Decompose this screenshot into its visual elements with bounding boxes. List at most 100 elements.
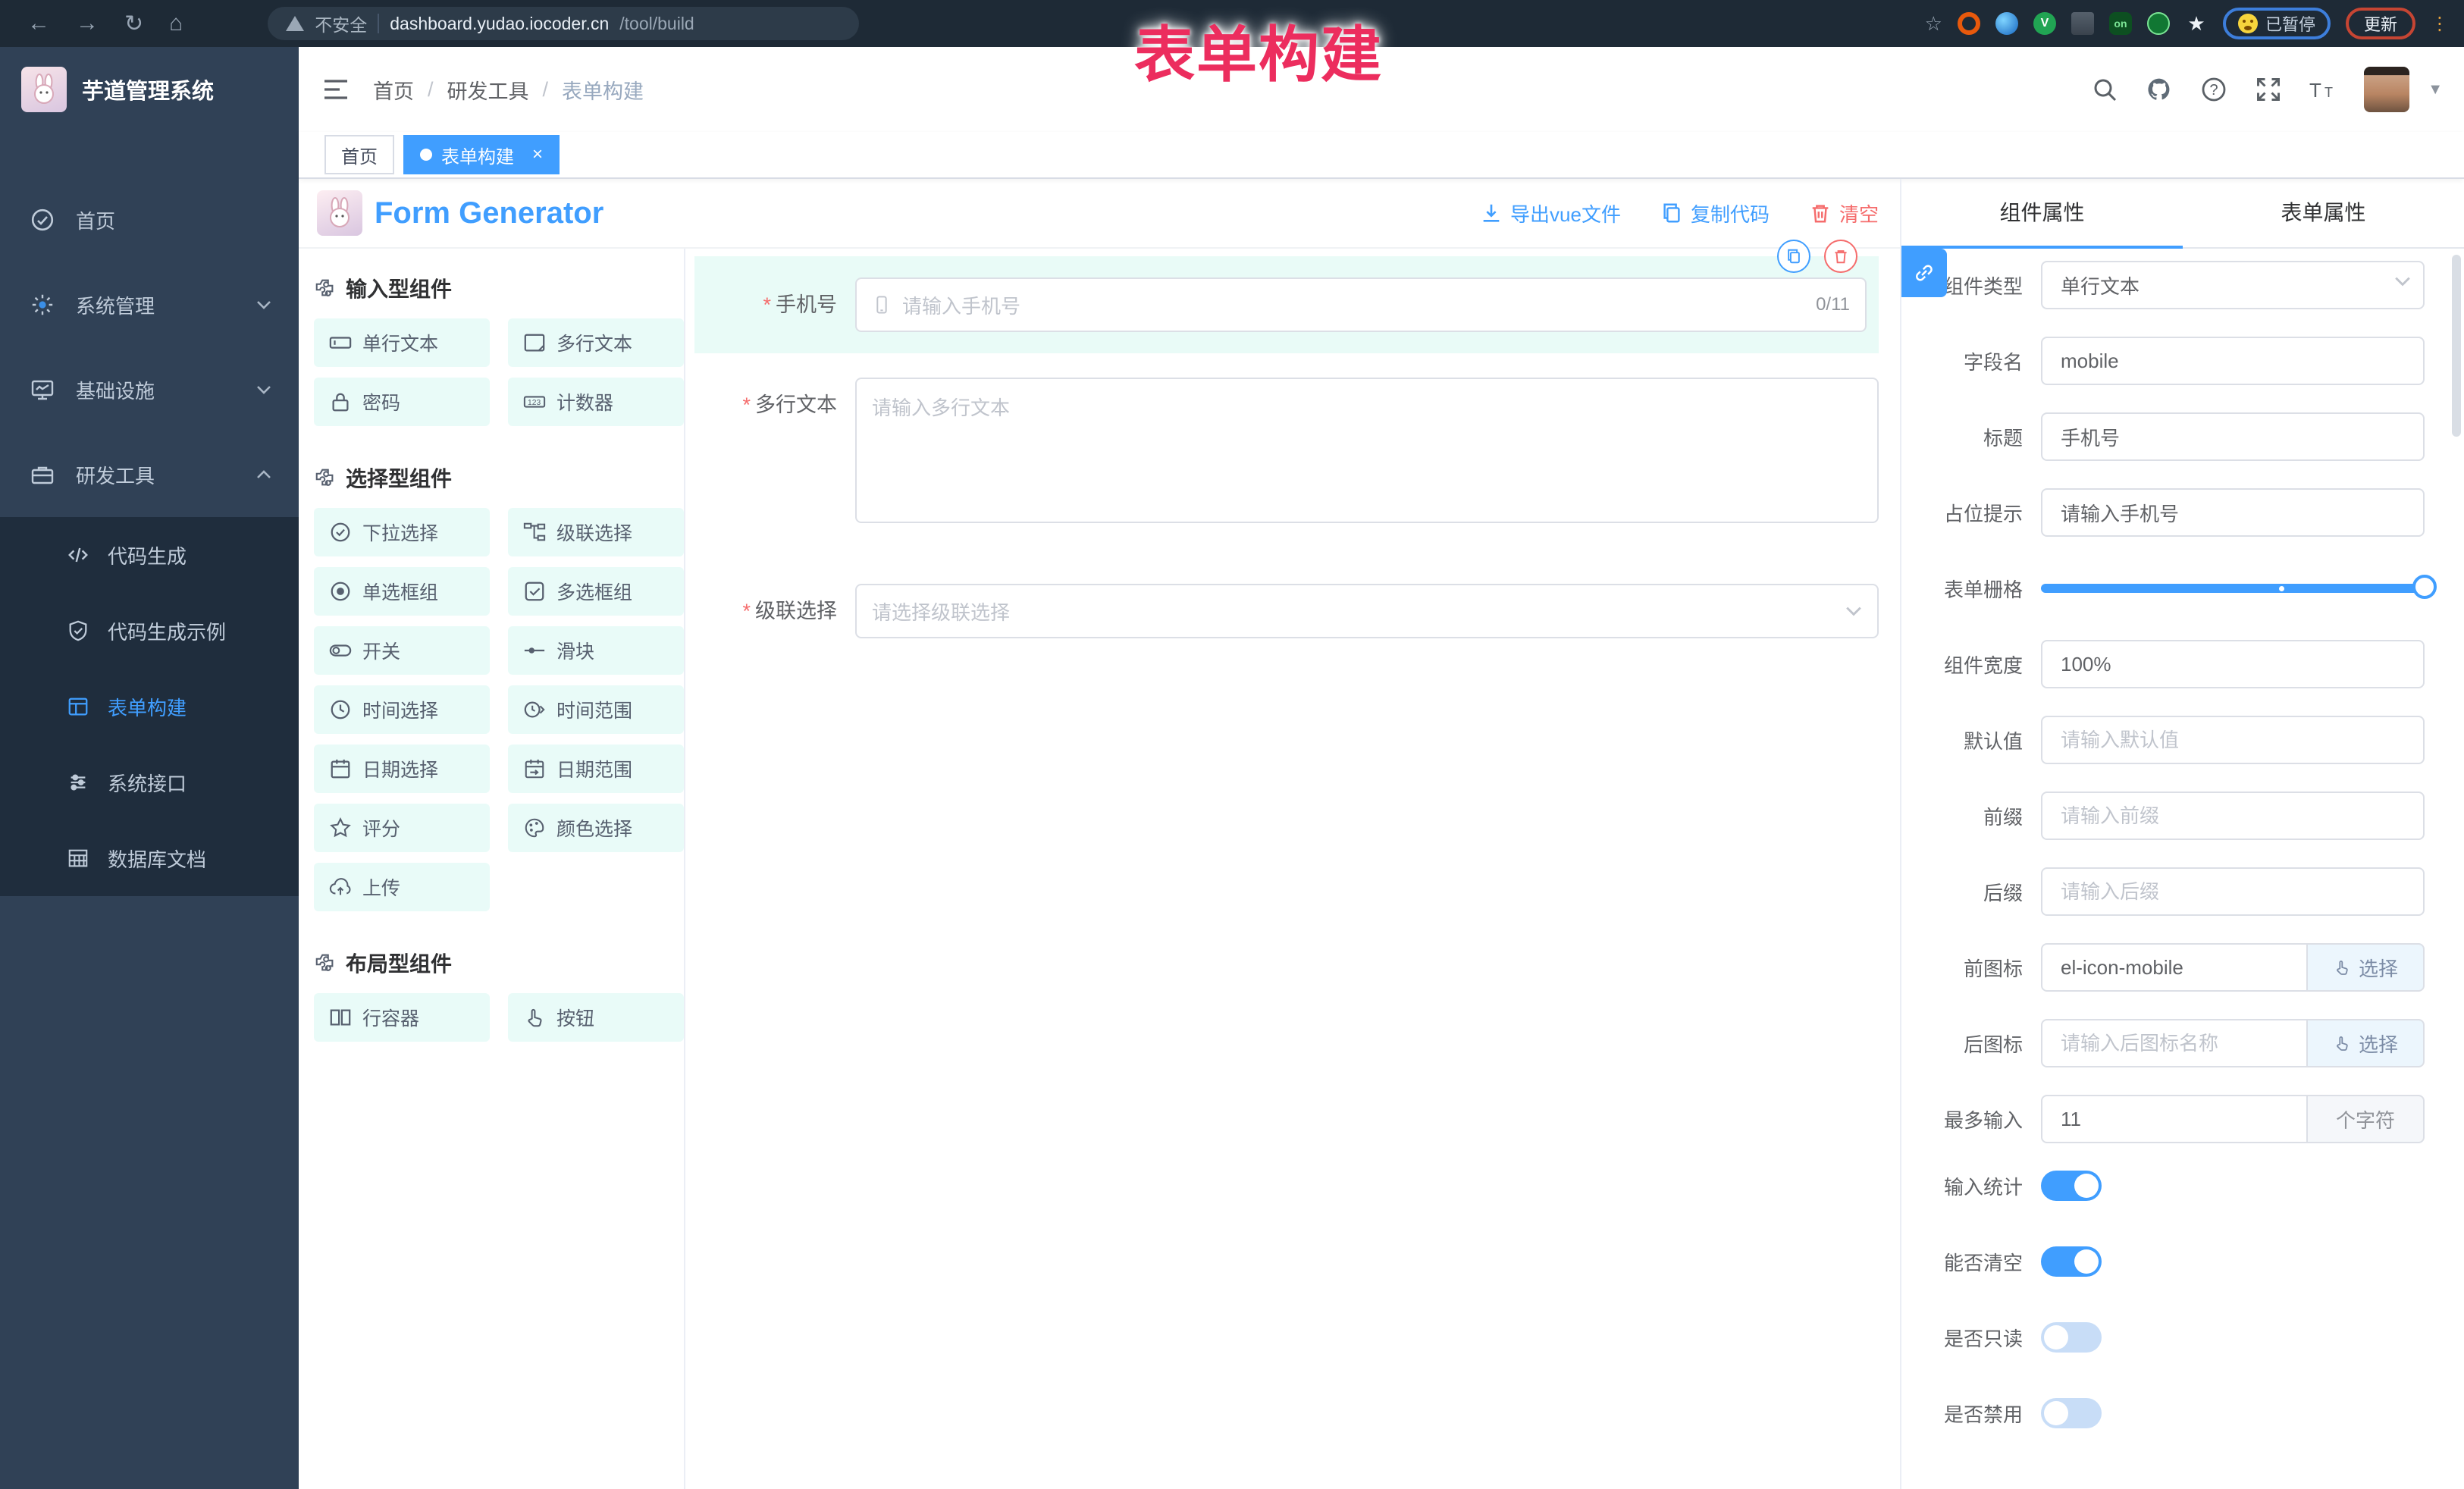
- extension-icon[interactable]: [2071, 12, 2094, 35]
- canvas-field-mobile[interactable]: *手机号 请输入手机号 0/11: [694, 256, 1879, 353]
- sidebar-item-db-doc[interactable]: 数据库文档: [0, 820, 299, 896]
- tag-form-builder[interactable]: 表单构建 ×: [403, 135, 560, 174]
- sidebar-item-system-api[interactable]: 系统接口: [0, 744, 299, 820]
- address-bar[interactable]: 不安全 dashboard.yudao.iocoder.cn/tool/buil…: [268, 7, 859, 40]
- browser-forward-icon[interactable]: →: [76, 11, 99, 36]
- component-item-upload[interactable]: 上传: [314, 863, 490, 911]
- suffix-icon-select-button[interactable]: 选择: [2306, 1019, 2425, 1067]
- sidebar-item-infra[interactable]: 基础设施: [0, 347, 299, 432]
- clock-range-icon: [523, 698, 546, 721]
- browser-home-icon[interactable]: ⌂: [169, 11, 183, 36]
- component-item-select[interactable]: 下拉选择: [314, 508, 490, 556]
- clear-button[interactable]: 清空: [1809, 199, 1879, 227]
- bookmark-star-icon[interactable]: ☆: [1925, 12, 1942, 36]
- component-item-button[interactable]: 按钮: [508, 993, 684, 1042]
- sidebar-item-codegen[interactable]: 代码生成: [0, 517, 299, 593]
- fullscreen-icon[interactable]: [2255, 76, 2282, 103]
- panel-scrollbar[interactable]: [2452, 255, 2461, 437]
- component-item-row-container[interactable]: 行容器: [314, 993, 490, 1042]
- sidebar-submenu: 代码生成 代码生成示例 表单构建 系统接口: [0, 517, 299, 896]
- readonly-toggle[interactable]: [2041, 1322, 2102, 1353]
- form-canvas[interactable]: *手机号 请输入手机号 0/11 *多行文本 请输入多行文: [685, 249, 1900, 1489]
- copy-code-button[interactable]: 复制代码: [1660, 199, 1770, 227]
- tag-home[interactable]: 首页: [324, 135, 394, 174]
- component-item-radio-group[interactable]: 单选框组: [314, 567, 490, 616]
- export-vue-button[interactable]: 导出vue文件: [1480, 199, 1621, 227]
- textarea-input[interactable]: 请输入多行文本: [855, 378, 1879, 523]
- component-item-slider[interactable]: 滑块: [508, 626, 684, 675]
- component-item-time-range[interactable]: 时间范围: [508, 685, 684, 734]
- input-stats-toggle[interactable]: [2041, 1171, 2102, 1201]
- prefix-icon-select-button[interactable]: 选择: [2306, 943, 2425, 992]
- delete-field-button[interactable]: [1824, 240, 1857, 273]
- title-input[interactable]: [2041, 412, 2425, 461]
- component-item-date-picker[interactable]: 日期选择: [314, 744, 490, 793]
- extension-icon[interactable]: ★: [2185, 12, 2208, 35]
- extension-icon[interactable]: [2147, 12, 2170, 35]
- extension-icon[interactable]: [1958, 12, 1980, 35]
- width-input[interactable]: [2041, 640, 2425, 688]
- profile-paused-badge[interactable]: 已暂停: [2223, 8, 2331, 39]
- clearable-toggle[interactable]: [2041, 1246, 2102, 1277]
- extension-icon[interactable]: [1995, 12, 2018, 35]
- cascader-input[interactable]: 请选择级联选择: [855, 584, 1879, 638]
- default-value-input[interactable]: [2041, 716, 2425, 764]
- canvas-field-textarea[interactable]: *多行文本 请输入多行文本: [694, 378, 1879, 523]
- font-size-icon[interactable]: TT: [2309, 76, 2337, 103]
- browser-back-icon[interactable]: ←: [27, 11, 50, 36]
- tab-form-props[interactable]: 表单属性: [2183, 179, 2464, 247]
- mobile-input[interactable]: 请输入手机号 0/11: [855, 277, 1867, 332]
- slider-handle[interactable]: [2412, 575, 2437, 599]
- github-icon[interactable]: [2146, 76, 2173, 103]
- avatar-caret-icon[interactable]: ▼: [2428, 81, 2443, 99]
- sidebar-item-home[interactable]: 首页: [0, 177, 299, 262]
- browser-reload-icon[interactable]: ↻: [124, 11, 143, 37]
- help-icon[interactable]: ?: [2200, 76, 2227, 103]
- close-icon[interactable]: ×: [532, 144, 543, 165]
- not-secure-label[interactable]: 不安全: [315, 11, 367, 36]
- component-item-password[interactable]: 密码: [314, 378, 490, 426]
- component-item-cascader[interactable]: 级联选择: [508, 508, 684, 556]
- field-name-input[interactable]: [2041, 337, 2425, 385]
- breadcrumb-devtools[interactable]: 研发工具: [447, 75, 529, 105]
- suffix-input[interactable]: [2041, 867, 2425, 916]
- duplicate-field-button[interactable]: [1777, 240, 1810, 273]
- sidebar-item-system[interactable]: 系统管理: [0, 262, 299, 347]
- tab-component-props[interactable]: 组件属性: [1901, 179, 2183, 247]
- link-tag-button[interactable]: [1901, 249, 1947, 297]
- placeholder-input[interactable]: [2041, 488, 2425, 537]
- pointer-hand-icon: [2333, 1034, 2351, 1052]
- app-logo-row[interactable]: 芋道管理系统: [0, 47, 299, 132]
- prefix-icon-input[interactable]: [2041, 943, 2308, 992]
- sidebar-item-codegen-demo[interactable]: 代码生成示例: [0, 593, 299, 669]
- section-input-components: 输入型组件: [314, 273, 684, 303]
- max-length-unit: 个字符: [2306, 1095, 2425, 1143]
- form-grid-slider[interactable]: [2041, 564, 2425, 613]
- component-item-time-picker[interactable]: 时间选择: [314, 685, 490, 734]
- browser-menu-icon[interactable]: ⋮: [2431, 13, 2449, 35]
- extension-icon[interactable]: on: [2109, 12, 2132, 35]
- component-item-date-range[interactable]: 日期范围: [508, 744, 684, 793]
- disabled-toggle[interactable]: [2041, 1398, 2102, 1428]
- max-length-input[interactable]: [2041, 1095, 2308, 1143]
- browser-update-button[interactable]: 更新: [2346, 8, 2415, 39]
- component-item-textarea[interactable]: 多行文本: [508, 318, 684, 367]
- canvas-field-cascader[interactable]: *级联选择 请选择级联选择: [694, 584, 1879, 638]
- search-icon[interactable]: [2091, 76, 2118, 103]
- hamburger-icon[interactable]: [323, 77, 349, 102]
- component-item-input[interactable]: 单行文本: [314, 318, 490, 367]
- sidebar-item-devtools[interactable]: 研发工具: [0, 432, 299, 517]
- extension-icon[interactable]: V: [2033, 12, 2056, 35]
- suffix-icon-input[interactable]: [2041, 1019, 2308, 1067]
- component-item-rate[interactable]: 评分: [314, 804, 490, 852]
- app-logo: [21, 67, 67, 112]
- prefix-input[interactable]: [2041, 792, 2425, 840]
- component-type-select[interactable]: [2041, 261, 2425, 309]
- user-avatar[interactable]: [2364, 67, 2409, 112]
- component-item-switch[interactable]: 开关: [314, 626, 490, 675]
- breadcrumb-home[interactable]: 首页: [373, 75, 414, 105]
- sidebar-item-form-builder[interactable]: 表单构建: [0, 669, 299, 744]
- component-item-counter[interactable]: 123计数器: [508, 378, 684, 426]
- component-item-color-picker[interactable]: 颜色选择: [508, 804, 684, 852]
- component-item-checkbox-group[interactable]: 多选框组: [508, 567, 684, 616]
